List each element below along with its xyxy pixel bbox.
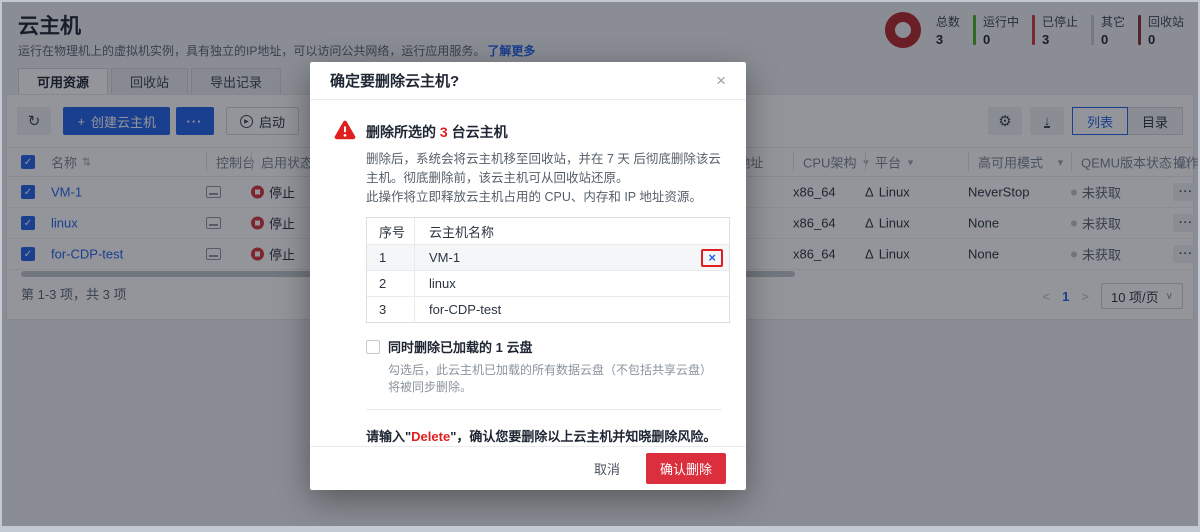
- column-header-index: 序号: [367, 218, 415, 244]
- vm-delete-table: 序号 云主机名称 1 VM-1 × 2 linux 3 for-CDP-test: [366, 217, 730, 323]
- confirm-delete-button[interactable]: 确认删除: [646, 453, 726, 484]
- column-header-vm-name: 云主机名称: [415, 222, 494, 241]
- vm-delete-row: 3 for-CDP-test: [367, 296, 729, 322]
- delete-disk-hint: 勾选后，此云主机已加载的所有数据云盘（不包括共享云盘）将被同步删除。: [388, 361, 722, 395]
- cloud-vm-page: 云主机 运行在物理机上的虚拟机实例，具有独立的IP地址，可以访问公共网络，运行应…: [2, 2, 1198, 526]
- delete-keyword: Delete: [411, 429, 450, 444]
- click-target-annotation: ×: [701, 249, 723, 267]
- modal-body: 删除所选的 3 台云主机 删除后，系统会将云主机移至回收站，并在 7 天 后彻底…: [310, 100, 746, 446]
- close-icon[interactable]: ×: [716, 72, 726, 89]
- app-window: 云主机 运行在物理机上的虚拟机实例，具有独立的IP地址，可以访问公共网络，运行应…: [0, 0, 1200, 532]
- warning-title: 删除所选的 3 台云主机: [366, 120, 508, 142]
- delete-disk-option: 同时删除已加载的 1 云盘: [366, 337, 722, 356]
- release-description: 此操作将立即释放云主机占用的 CPU、内存和 IP 地址资源。: [366, 188, 722, 207]
- delete-disk-checkbox[interactable]: [366, 340, 380, 354]
- delete-confirm-modal: 确定要删除云主机? × 删除所选的 3 台云主机 删除后，系统会将云主机移至回收…: [310, 62, 746, 490]
- confirm-instruction: 请输入"Delete"，确认您要删除以上云主机并知晓删除风险。: [366, 426, 722, 445]
- delete-disk-label: 同时删除已加载的 1 云盘: [388, 337, 532, 356]
- vm-delete-row: 2 linux: [367, 270, 729, 296]
- selected-count: 3: [440, 124, 448, 140]
- warning-row: 删除所选的 3 台云主机: [334, 120, 722, 142]
- vm-delete-row: 1 VM-1 ×: [367, 244, 729, 270]
- modal-title: 确定要删除云主机?: [330, 70, 459, 91]
- remove-vm-button[interactable]: ×: [708, 250, 716, 265]
- delete-description: 删除后，系统会将云主机移至回收站，并在 7 天 后彻底删除该云主机。彻底删除前，…: [366, 150, 722, 188]
- vm-delete-table-header: 序号 云主机名称: [367, 218, 729, 244]
- divider: [366, 409, 722, 410]
- modal-header: 确定要删除云主机? ×: [310, 62, 746, 100]
- cancel-button[interactable]: 取消: [584, 453, 630, 484]
- modal-footer: 取消 确认删除: [310, 446, 746, 490]
- warning-icon: [334, 120, 356, 140]
